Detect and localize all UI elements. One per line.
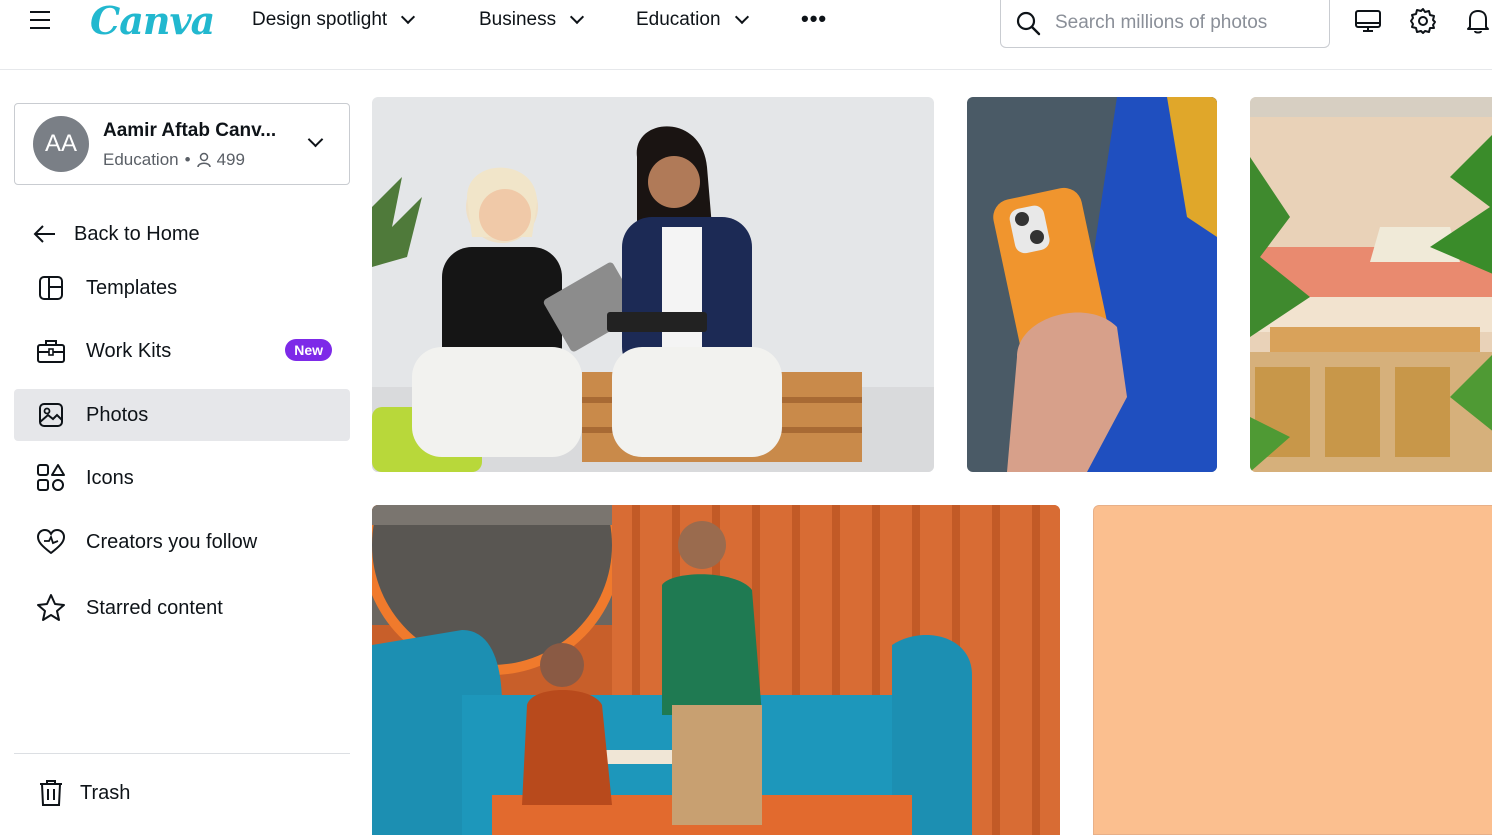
photo-peach-placeholder[interactable] <box>1093 505 1492 835</box>
desktop-icon[interactable] <box>1353 6 1383 36</box>
shapes-icon <box>36 463 66 493</box>
separator-dot: • <box>184 150 191 169</box>
nav-business[interactable]: Business <box>479 9 585 31</box>
heart-icon <box>36 527 66 557</box>
sidebar-item-label: Photos <box>86 403 149 426</box>
chevron-down-icon <box>734 9 749 25</box>
gear-icon[interactable] <box>1408 6 1438 36</box>
nav-design-spotlight[interactable]: Design spotlight <box>252 9 416 31</box>
more-menu-button[interactable]: ••• <box>801 6 827 32</box>
avatar: AA <box>33 116 89 172</box>
menu-icon[interactable] <box>30 11 54 31</box>
account-switcher[interactable]: AA Aamir Aftab Canv... Education • 499 <box>14 103 350 185</box>
arrow-left-icon <box>30 219 60 249</box>
sidebar-item-label: Starred content <box>86 596 223 619</box>
person-icon <box>196 152 211 168</box>
search-box[interactable] <box>1000 0 1330 48</box>
image-icon <box>36 400 66 430</box>
member-count: 499 <box>216 150 245 169</box>
nav-label: Education <box>636 9 721 30</box>
briefcase-icon <box>36 336 66 366</box>
search-icon <box>1016 11 1041 35</box>
photo-people-sofa[interactable] <box>372 505 1060 835</box>
sidebar-item-trash[interactable]: Trash <box>14 767 350 819</box>
canva-logo[interactable]: Canva <box>90 0 215 43</box>
sidebar-item-photos[interactable]: Photos <box>14 389 350 441</box>
nav-label: Business <box>479 9 557 30</box>
photo-orange-phone[interactable] <box>967 97 1217 472</box>
sidebar-divider <box>14 753 350 754</box>
templates-icon <box>36 273 66 303</box>
bell-icon[interactable] <box>1463 6 1492 36</box>
sidebar-item-icons[interactable]: Icons <box>14 452 350 504</box>
sidebar-item-label: Creators you follow <box>86 530 258 553</box>
account-plan: Education <box>103 150 179 169</box>
chevron-down-icon <box>307 131 324 148</box>
sidebar-item-creators-you-follow[interactable]: Creators you follow <box>14 516 350 568</box>
sidebar-item-label: Back to Home <box>74 222 200 245</box>
nav-label: Design spotlight <box>252 9 388 30</box>
chevron-down-icon <box>570 9 585 25</box>
search-input[interactable] <box>1055 11 1305 34</box>
sidebar-item-label: Work Kits <box>86 339 172 362</box>
top-bar: Canva Design spotlight Business Educatio… <box>0 0 1492 70</box>
sidebar-item-starred-content[interactable]: Starred content <box>14 582 350 634</box>
sidebar-item-templates[interactable]: Templates <box>14 262 350 314</box>
new-badge: New <box>285 339 332 361</box>
photo-people-studying[interactable] <box>372 97 934 472</box>
sidebar-item-label: Trash <box>80 781 131 804</box>
nav-education[interactable]: Education <box>636 9 749 31</box>
account-name: Aamir Aftab Canv... <box>103 120 277 141</box>
sidebar-item-label: Icons <box>86 466 134 489</box>
chevron-down-icon <box>401 9 416 25</box>
star-icon <box>36 593 66 623</box>
sidebar-item-label: Templates <box>86 276 178 299</box>
account-details: Education • 499 <box>103 150 245 170</box>
sidebar-item-back-to-home[interactable]: Back to Home <box>14 208 350 260</box>
photo-restaurant-interior[interactable] <box>1250 97 1492 472</box>
trash-icon <box>36 778 66 808</box>
logo-text: Canva <box>90 0 215 43</box>
sidebar-item-work-kits[interactable]: Work Kits New <box>14 325 350 377</box>
